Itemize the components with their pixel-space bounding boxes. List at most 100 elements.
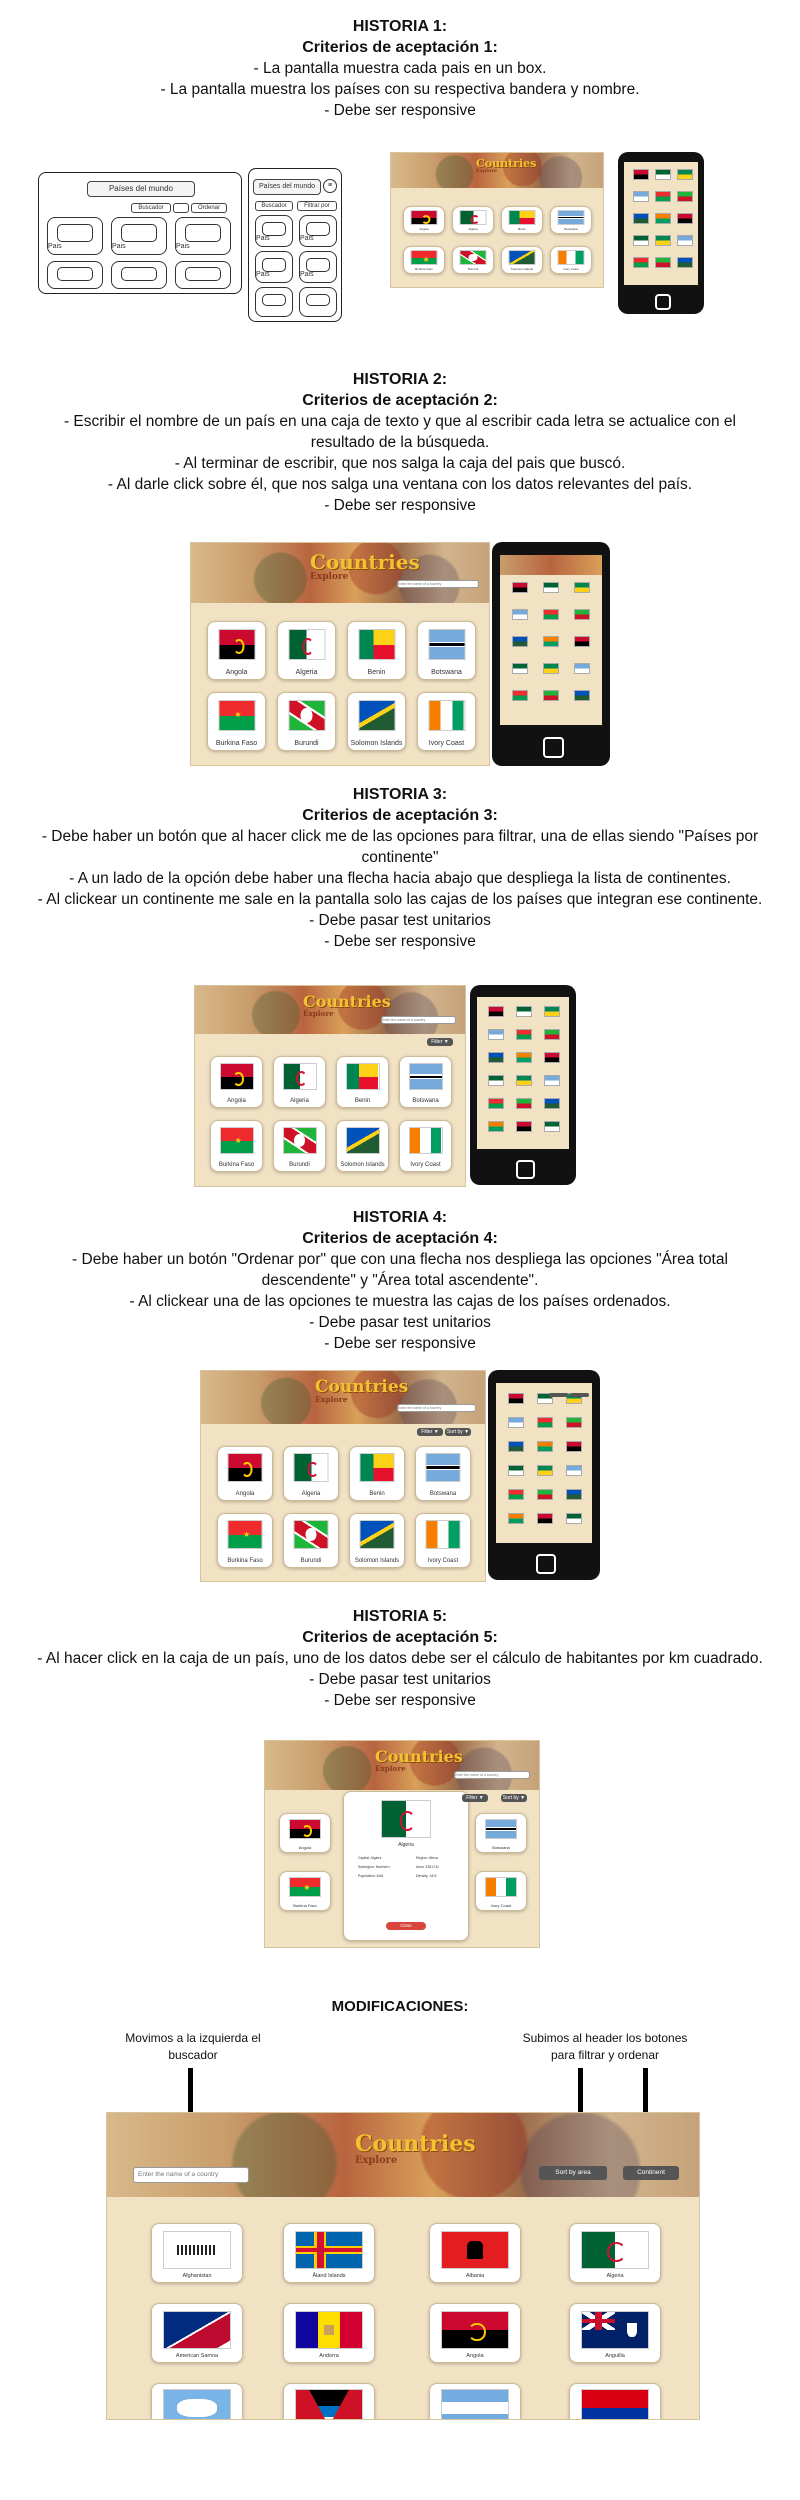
flag-thumbnail[interactable] (516, 1098, 532, 1109)
flag-thumbnail[interactable] (488, 1052, 504, 1063)
flag-thumbnail[interactable] (566, 1417, 582, 1428)
country-card[interactable]: Algeria (569, 2223, 661, 2283)
menu-icon[interactable]: ≡ (323, 179, 337, 193)
home-button[interactable] (543, 737, 564, 758)
flag-thumbnail[interactable] (633, 191, 649, 202)
flag-thumbnail[interactable] (488, 1029, 504, 1040)
home-button[interactable] (516, 1160, 535, 1179)
country-card[interactable]: Burundi (283, 1513, 339, 1568)
flag-thumbnail[interactable] (516, 1075, 532, 1086)
flag-thumbnail[interactable] (512, 663, 528, 674)
flag-thumbnail[interactable] (655, 213, 671, 224)
flag-thumbnail[interactable] (543, 609, 559, 620)
country-card[interactable]: Angola (207, 621, 266, 680)
flag-thumbnail[interactable] (633, 257, 649, 268)
flag-thumbnail[interactable] (516, 1121, 532, 1132)
country-card[interactable]: ★ Burkina Faso (403, 246, 445, 274)
country-card[interactable]: Benin (336, 1056, 389, 1108)
flag-thumbnail[interactable] (566, 1489, 582, 1500)
flag-thumbnail[interactable] (677, 235, 693, 246)
flag-thumbnail[interactable] (544, 1098, 560, 1109)
search-input[interactable]: Enter the name of a country (397, 1404, 476, 1412)
flag-thumbnail[interactable] (633, 169, 649, 180)
country-card[interactable]: Ivory Coast (475, 1871, 527, 1911)
filter-button[interactable]: Filter ▼ (417, 1428, 443, 1436)
country-card[interactable]: Ivory Coast (550, 246, 592, 274)
flag-thumbnail[interactable] (544, 1006, 560, 1017)
flag-thumbnail[interactable] (537, 1489, 553, 1500)
country-card[interactable] (283, 2383, 375, 2419)
sort-button[interactable]: Sort by area (539, 2166, 607, 2180)
flag-thumbnail[interactable] (488, 1006, 504, 1017)
country-card[interactable]: Anguilla (569, 2303, 661, 2363)
flag-thumbnail[interactable] (516, 1029, 532, 1040)
flag-thumbnail[interactable] (655, 191, 671, 202)
country-card[interactable]: Benin (501, 206, 543, 234)
country-card[interactable]: Ivory Coast (399, 1120, 452, 1172)
flag-thumbnail[interactable] (574, 663, 590, 674)
country-card[interactable]: Åland Islands (283, 2223, 375, 2283)
search-input[interactable]: Enter the name of a country (397, 580, 479, 588)
sort-button[interactable]: Sort by ▼ (445, 1428, 471, 1436)
search-input[interactable]: Enter the name of a country (133, 2167, 249, 2183)
flag-thumbnail[interactable] (566, 1513, 582, 1524)
flag-thumbnail[interactable] (574, 582, 590, 593)
filter-button[interactable] (549, 1393, 568, 1397)
flag-thumbnail[interactable] (544, 1075, 560, 1086)
country-card[interactable]: ★ Burkina Faso (207, 692, 266, 751)
filter-button[interactable]: Filter ▼ (427, 1038, 453, 1046)
flag-thumbnail[interactable] (655, 235, 671, 246)
flag-thumbnail[interactable] (543, 636, 559, 647)
flag-thumbnail[interactable] (544, 1052, 560, 1063)
search-input[interactable]: Enter the name of a country (381, 1016, 456, 1024)
flag-thumbnail[interactable] (537, 1513, 553, 1524)
flag-thumbnail[interactable] (512, 690, 528, 701)
country-card[interactable] (151, 2383, 243, 2419)
country-card[interactable]: Burundi (273, 1120, 326, 1172)
sort-button[interactable]: Sort by ▼ (501, 1794, 527, 1802)
search-input[interactable]: Enter the name of a country (454, 1771, 530, 1779)
home-button[interactable] (655, 294, 671, 310)
flag-thumbnail[interactable] (488, 1121, 504, 1132)
flag-thumbnail[interactable] (488, 1075, 504, 1086)
country-card[interactable]: Algeria (277, 621, 336, 680)
flag-thumbnail[interactable] (566, 1441, 582, 1452)
flag-thumbnail[interactable] (633, 235, 649, 246)
flag-thumbnail[interactable] (543, 663, 559, 674)
country-card[interactable]: Albania (429, 2223, 521, 2283)
flag-thumbnail[interactable] (655, 169, 671, 180)
flag-thumbnail[interactable] (537, 1441, 553, 1452)
country-card[interactable]: Solomon Islands (349, 1513, 405, 1568)
flag-thumbnail[interactable] (508, 1513, 524, 1524)
flag-thumbnail[interactable] (508, 1465, 524, 1476)
flag-thumbnail[interactable] (677, 213, 693, 224)
flag-thumbnail[interactable] (566, 1465, 582, 1476)
country-card[interactable]: Solomon Islands (501, 246, 543, 274)
country-card[interactable]: Benin (349, 1446, 405, 1501)
country-card[interactable]: Algeria (283, 1446, 339, 1501)
country-card[interactable]: Botswana (399, 1056, 452, 1108)
flag-thumbnail[interactable] (512, 582, 528, 593)
country-card[interactable]: Ivory Coast (415, 1513, 471, 1568)
filter-button[interactable]: Continent (623, 2166, 679, 2180)
country-card[interactable]: Angola (429, 2303, 521, 2363)
flag-thumbnail[interactable] (574, 636, 590, 647)
flag-thumbnail[interactable] (677, 257, 693, 268)
filter-button[interactable]: Filter ▼ (462, 1794, 488, 1802)
flag-thumbnail[interactable] (655, 257, 671, 268)
close-button[interactable]: Close (386, 1922, 426, 1930)
country-card[interactable]: Angola (210, 1056, 263, 1108)
country-card[interactable]: ★ Burkina Faso (210, 1120, 263, 1172)
flag-thumbnail[interactable] (508, 1417, 524, 1428)
flag-thumbnail[interactable] (508, 1441, 524, 1452)
flag-thumbnail[interactable] (508, 1393, 524, 1404)
flag-thumbnail[interactable] (574, 690, 590, 701)
flag-thumbnail[interactable] (516, 1052, 532, 1063)
country-card[interactable]: Algeria (273, 1056, 326, 1108)
country-card[interactable] (569, 2383, 661, 2419)
country-card[interactable]: Algeria (452, 206, 494, 234)
country-card[interactable]: Angola (403, 206, 445, 234)
country-card[interactable]: American Samoa (151, 2303, 243, 2363)
home-button[interactable] (536, 1554, 556, 1574)
country-card[interactable]: Botswana (415, 1446, 471, 1501)
